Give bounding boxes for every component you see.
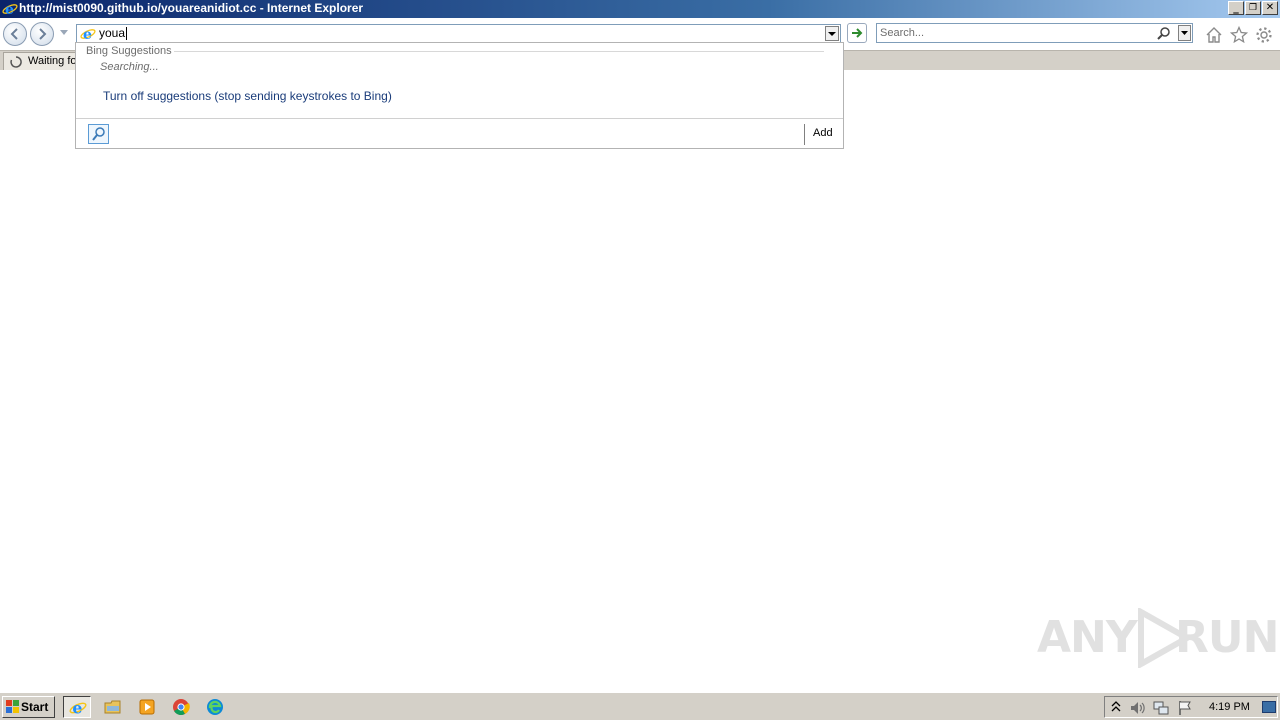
taskbar-app-chrome[interactable]: [167, 696, 195, 718]
ie-logo-icon: e: [2, 2, 18, 17]
search-provider-icon: [92, 127, 105, 141]
back-icon: [10, 28, 18, 40]
internet-explorer-icon: e: [69, 699, 87, 717]
folder-icon: [104, 700, 121, 714]
svg-text:e: e: [83, 27, 92, 42]
taskbar: Start e 4:19 PM: [0, 692, 1280, 720]
search-box[interactable]: [876, 23, 1193, 43]
forward-button[interactable]: [30, 22, 54, 46]
search-provider-button[interactable]: [88, 124, 109, 144]
forward-icon: [39, 28, 47, 40]
system-tray: 4:19 PM: [1104, 696, 1278, 718]
network-icon[interactable]: [1153, 700, 1169, 716]
taskbar-app-file-explorer[interactable]: [99, 696, 127, 718]
window-title: http://mist0090.github.io/youareanidiot.…: [19, 1, 364, 15]
recent-pages-dropdown-icon[interactable]: [60, 30, 68, 36]
chrome-icon: [173, 699, 190, 715]
taskbar-app-media-player[interactable]: [133, 696, 161, 718]
windows-flag-icon: [6, 700, 19, 713]
go-arrow-icon: [852, 28, 863, 38]
media-player-icon: [139, 699, 155, 715]
svg-text:e: e: [5, 2, 14, 17]
watermark-right-text: RUN: [1175, 612, 1279, 663]
taskbar-app-edge[interactable]: [201, 696, 229, 718]
taskbar-app-internet-explorer[interactable]: e: [63, 696, 91, 718]
home-icon[interactable]: [1205, 26, 1223, 44]
edge-icon: [207, 699, 223, 715]
show-hidden-icons-icon[interactable]: [1111, 700, 1121, 714]
show-desktop-button[interactable]: [1262, 701, 1276, 713]
search-magnifier-icon[interactable]: [1157, 26, 1171, 40]
search-dropdown-button[interactable]: [1178, 25, 1191, 41]
ie-page-icon: e: [80, 27, 96, 42]
address-text: youa: [99, 26, 126, 40]
close-button[interactable]: ✕: [1262, 1, 1278, 15]
header-divider: [174, 51, 824, 52]
address-input[interactable]: youa: [99, 26, 128, 41]
start-button[interactable]: Start: [2, 696, 55, 718]
watermark-left-text: ANY: [1037, 612, 1138, 663]
start-label: Start: [21, 700, 49, 714]
loading-spinner-icon: [10, 56, 22, 68]
address-bar[interactable]: e youa: [76, 24, 841, 43]
minimize-button[interactable]: _: [1228, 1, 1244, 15]
suggestions-header: Bing Suggestions: [86, 45, 172, 57]
volume-icon[interactable]: [1129, 700, 1145, 716]
text-caret: [126, 27, 128, 41]
title-bar: e http://mist0090.github.io/youareanidio…: [0, 0, 1280, 18]
chevron-down-icon: [828, 32, 836, 36]
favorites-star-icon[interactable]: [1230, 26, 1248, 44]
taskbar-clock[interactable]: 4:19 PM: [1209, 701, 1250, 713]
turn-off-suggestions-link[interactable]: Turn off suggestions (stop sending keyst…: [103, 89, 392, 103]
address-dropdown-button[interactable]: [825, 26, 839, 41]
restore-button[interactable]: ❐: [1245, 1, 1261, 15]
chevron-down-icon: [1181, 31, 1188, 35]
svg-text:e: e: [72, 699, 82, 717]
suggestions-status: Searching...: [100, 61, 159, 73]
add-provider-button[interactable]: Add: [813, 127, 833, 139]
suggestions-footer: Add: [76, 118, 843, 149]
action-center-flag-icon[interactable]: [1177, 700, 1193, 716]
search-input[interactable]: [880, 25, 1150, 40]
tools-gear-icon[interactable]: [1255, 26, 1273, 44]
footer-divider: [804, 124, 805, 145]
tab-title: Waiting for: [28, 55, 81, 67]
go-button[interactable]: [847, 23, 867, 43]
back-button[interactable]: [3, 22, 27, 46]
address-suggestions-dropdown: Bing Suggestions Searching... Turn off s…: [75, 42, 844, 149]
